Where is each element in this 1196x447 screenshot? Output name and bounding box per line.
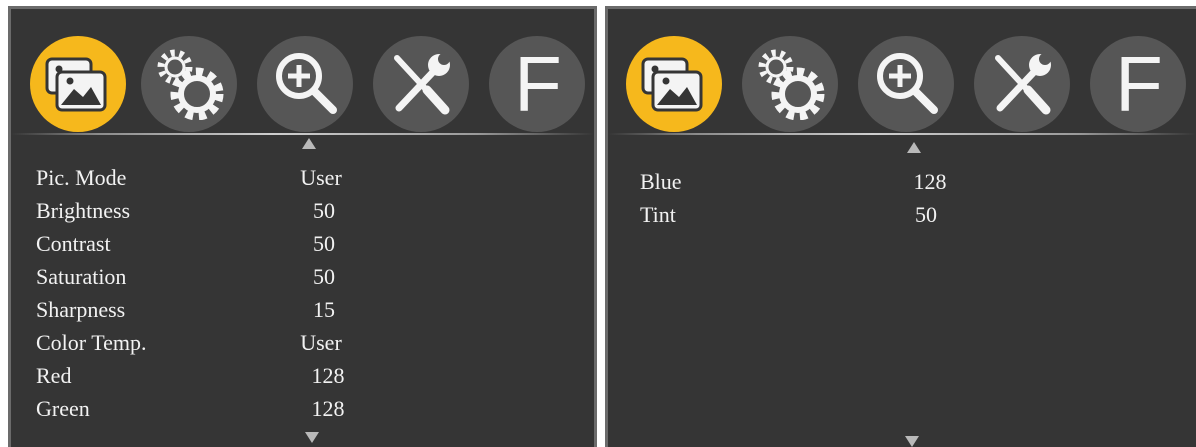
setting-label: Color Temp. bbox=[36, 330, 147, 355]
picture-menu-panel: F Pic. Mode User Brightness 50 Contrast … bbox=[8, 6, 597, 447]
setting-row-brightness[interactable]: Brightness 50 bbox=[11, 194, 594, 227]
setting-row-saturation[interactable]: Saturation 50 bbox=[11, 260, 594, 293]
setting-value: 50 bbox=[915, 202, 937, 227]
tab-settings[interactable] bbox=[141, 36, 237, 132]
setting-label: Green bbox=[36, 396, 90, 421]
tab-tools[interactable] bbox=[974, 36, 1070, 132]
picture-icon bbox=[45, 57, 107, 112]
tab-tools[interactable] bbox=[373, 36, 469, 132]
tab-picture[interactable] bbox=[626, 36, 722, 132]
setting-row-color-temp[interactable]: Color Temp. User bbox=[11, 326, 594, 359]
tools-icon bbox=[394, 53, 450, 115]
setting-row-sharpness[interactable]: Sharpness 15 bbox=[11, 293, 594, 326]
setting-label: Pic. Mode bbox=[36, 165, 127, 190]
tab-function[interactable]: F bbox=[489, 36, 585, 132]
gears-icon bbox=[758, 49, 825, 120]
f-letter-icon: F bbox=[1115, 40, 1163, 128]
setting-row-tint[interactable]: Tint 50 bbox=[608, 198, 1196, 231]
setting-value: 128 bbox=[311, 396, 345, 421]
setting-value: 15 bbox=[313, 297, 335, 322]
tab-function[interactable]: F bbox=[1090, 36, 1186, 132]
tools-icon bbox=[995, 53, 1051, 115]
setting-row-green[interactable]: Green 128 bbox=[11, 392, 594, 425]
setting-value: User bbox=[300, 330, 342, 355]
setting-value: 128 bbox=[913, 169, 947, 194]
gears-icon bbox=[157, 49, 224, 120]
scroll-down-arrow-icon[interactable] bbox=[905, 436, 919, 447]
zoom-in-icon bbox=[877, 53, 938, 114]
settings-list: Pic. Mode User Brightness 50 Contrast 50… bbox=[11, 161, 594, 425]
menu-divider bbox=[11, 133, 594, 135]
scroll-up-arrow-icon[interactable] bbox=[907, 142, 921, 153]
picture-menu-panel-page-2: F Blue 128 Tint 50 bbox=[605, 6, 1196, 447]
tab-zoom[interactable] bbox=[257, 36, 353, 132]
setting-value: 128 bbox=[311, 363, 345, 388]
scroll-up-arrow-icon[interactable] bbox=[302, 138, 316, 149]
setting-row-red[interactable]: Red 128 bbox=[11, 359, 594, 392]
f-letter-icon: F bbox=[514, 40, 562, 128]
picture-icon bbox=[641, 57, 703, 112]
zoom-in-icon bbox=[276, 53, 337, 114]
setting-label: Contrast bbox=[36, 231, 111, 256]
setting-row-pic-mode[interactable]: Pic. Mode User bbox=[11, 161, 594, 194]
setting-label: Brightness bbox=[36, 198, 131, 223]
setting-value: 50 bbox=[313, 198, 335, 223]
tab-picture[interactable] bbox=[30, 36, 126, 132]
setting-value: User bbox=[300, 165, 342, 190]
setting-label: Blue bbox=[640, 169, 682, 194]
setting-label: Sharpness bbox=[36, 297, 126, 322]
setting-row-contrast[interactable]: Contrast 50 bbox=[11, 227, 594, 260]
tab-settings[interactable] bbox=[742, 36, 838, 132]
scroll-down-arrow-icon[interactable] bbox=[305, 432, 319, 443]
tab-zoom[interactable] bbox=[858, 36, 954, 132]
setting-label: Saturation bbox=[36, 264, 127, 289]
settings-list: Blue 128 Tint 50 bbox=[608, 165, 1196, 231]
setting-row-blue[interactable]: Blue 128 bbox=[608, 165, 1196, 198]
setting-value: 50 bbox=[313, 231, 335, 256]
setting-label: Red bbox=[36, 363, 72, 388]
setting-label: Tint bbox=[640, 202, 676, 227]
menu-divider bbox=[608, 133, 1196, 135]
setting-value: 50 bbox=[313, 264, 335, 289]
